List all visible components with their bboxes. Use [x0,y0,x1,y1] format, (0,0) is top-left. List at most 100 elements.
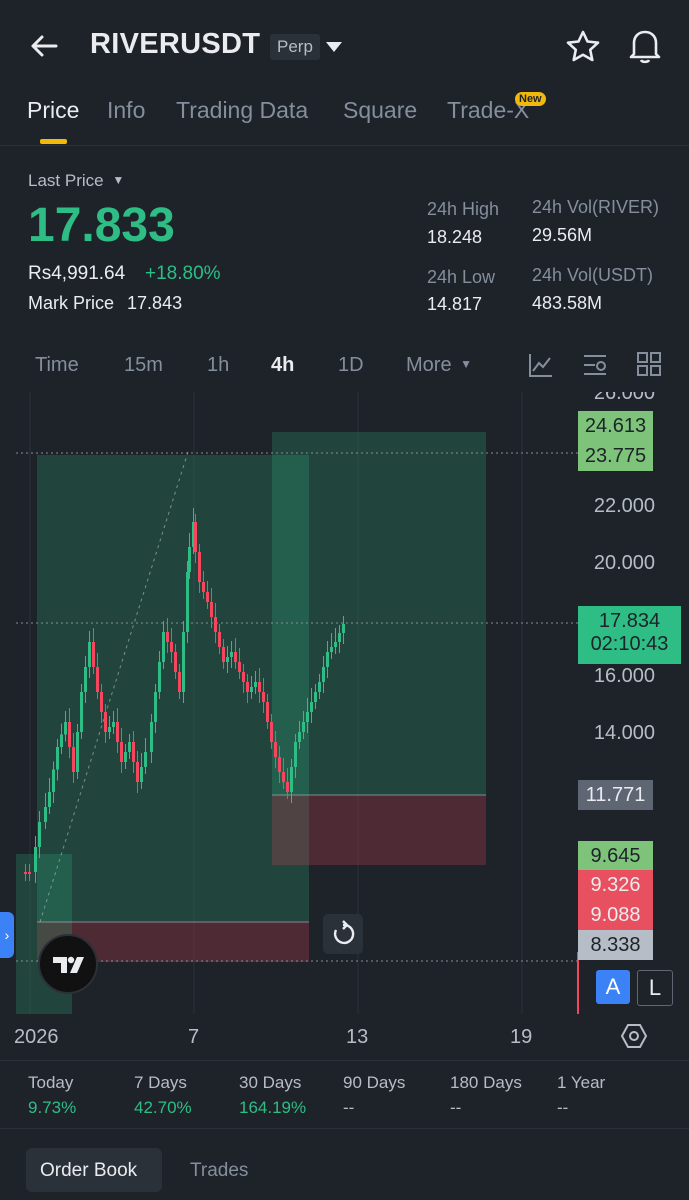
candle-body [278,757,281,772]
candle-body [38,822,41,847]
candle-body [270,722,273,742]
tab-trading-data[interactable]: Trading Data [176,97,308,124]
return-value-1y: -- [557,1098,569,1117]
y-axis-label: 22.000 [593,495,655,517]
candle-body [210,602,213,617]
candle-body [108,727,111,732]
candle-body [182,632,185,692]
candle-body [334,642,337,647]
candle-countdown: 02:10:43 [590,633,669,655]
price-chart[interactable]: 26.000 22.000 20.000 16.000 14.000 24.61… [0,392,689,1014]
candle-body [116,722,119,742]
candle-body [330,647,333,652]
tab-trades[interactable]: Trades [190,1160,248,1182]
candle-body [286,782,289,792]
candle-body [194,522,197,552]
high-value: 18.248 [427,227,483,247]
candle-body [326,652,329,667]
candle-body [162,632,165,662]
entry-price-tag: 8.338 [578,930,653,960]
candle-body [298,732,301,742]
candle-body [72,747,75,772]
candle-body [238,662,241,672]
candle-body [254,682,257,687]
candle-body [132,742,135,762]
order-book-label: Order Book [40,1160,138,1181]
candle-body [128,742,131,752]
last-price-selector[interactable]: Last Price ▼ [28,171,124,191]
mark-price-value: 17.843 [127,293,183,313]
return-value-180d: -- [450,1098,462,1117]
candle-body [338,633,341,642]
chart-settings-icon[interactable] [581,351,609,384]
candle-body [222,647,225,662]
timeframe-more[interactable]: More ▼ [406,354,472,377]
back-button[interactable] [28,30,60,62]
timeframe-1h[interactable]: 1h [207,354,229,377]
reset-chart-button[interactable] [323,914,363,954]
candle-body [290,767,293,792]
high-label: 24h High [427,199,500,219]
returns-divider [0,1128,689,1129]
vol-usdt-label: 24h Vol(USDT) [532,265,654,285]
candle-body [202,582,205,592]
return-label-7d: 7 Days [134,1073,187,1092]
indicators-icon[interactable] [527,351,555,384]
chart-settings-hex-icon[interactable] [620,1022,648,1055]
candle-body [294,742,297,767]
candle-body [226,657,229,662]
vol-river-value: 29.56M [532,225,593,245]
candle-body [198,552,201,582]
candle-body [52,769,55,792]
symbol-dropdown-icon[interactable] [325,40,343,58]
price-change-percent: +18.80% [145,263,221,284]
candle-body [124,752,127,762]
sl-price-tag: 9.088 [578,900,653,930]
candle-body [44,807,47,822]
tab-price[interactable]: Price [27,97,79,124]
candle-body [120,742,123,762]
current-price: 17.834 [598,610,661,632]
candle-body [218,632,221,647]
mark-price: Mark Price 17.843 [28,293,182,314]
x-axis-label: 19 [510,1026,533,1048]
timeframe-15m[interactable]: 15m [124,354,163,377]
candle-body [24,872,27,874]
tabs-divider [0,145,689,146]
return-label-90d: 90 Days [343,1073,406,1092]
return-value-30d: 164.19% [239,1098,307,1117]
chart-side-handle[interactable]: › [0,912,14,958]
candle-body [60,734,63,747]
return-label-1y: 1 Year [557,1073,606,1092]
y-axis-label: 16.000 [593,665,655,687]
candle-body [274,742,277,757]
candle-body [188,547,191,572]
timeframe-1d[interactable]: 1D [338,354,364,377]
tab-info[interactable]: Info [107,97,145,124]
candle-body [64,722,67,735]
alert-bell-icon[interactable] [628,28,662,69]
tab-square[interactable]: Square [343,97,417,124]
mark-price-label: Mark Price [28,293,115,313]
timeframe-4h[interactable]: 4h [271,354,294,377]
return-value-today: 9.73% [28,1098,77,1117]
candle-body [318,682,321,692]
log-scale-button[interactable]: L [637,970,673,1006]
auto-scale-button[interactable]: A [596,970,630,1004]
y-axis-label: 20.000 [593,552,655,574]
candle-body [306,712,309,722]
layout-grid-icon[interactable] [636,351,662,382]
candle-body [76,732,79,772]
tp-price-tag: 23.775 [578,441,653,471]
symbol-title[interactable]: RIVERUSDT [90,28,260,61]
timeframe-time[interactable]: Time [35,354,79,377]
candle-body [230,652,233,657]
candle-body [170,642,173,652]
tab-order-book[interactable]: Order Book [26,1148,162,1192]
candle-body [154,692,157,722]
favorite-star-icon[interactable] [566,30,600,67]
candle-body [56,747,59,770]
candle-body [92,642,95,667]
current-price-tag: 17.834 02:10:43 [578,606,681,664]
candle-body [150,722,153,752]
